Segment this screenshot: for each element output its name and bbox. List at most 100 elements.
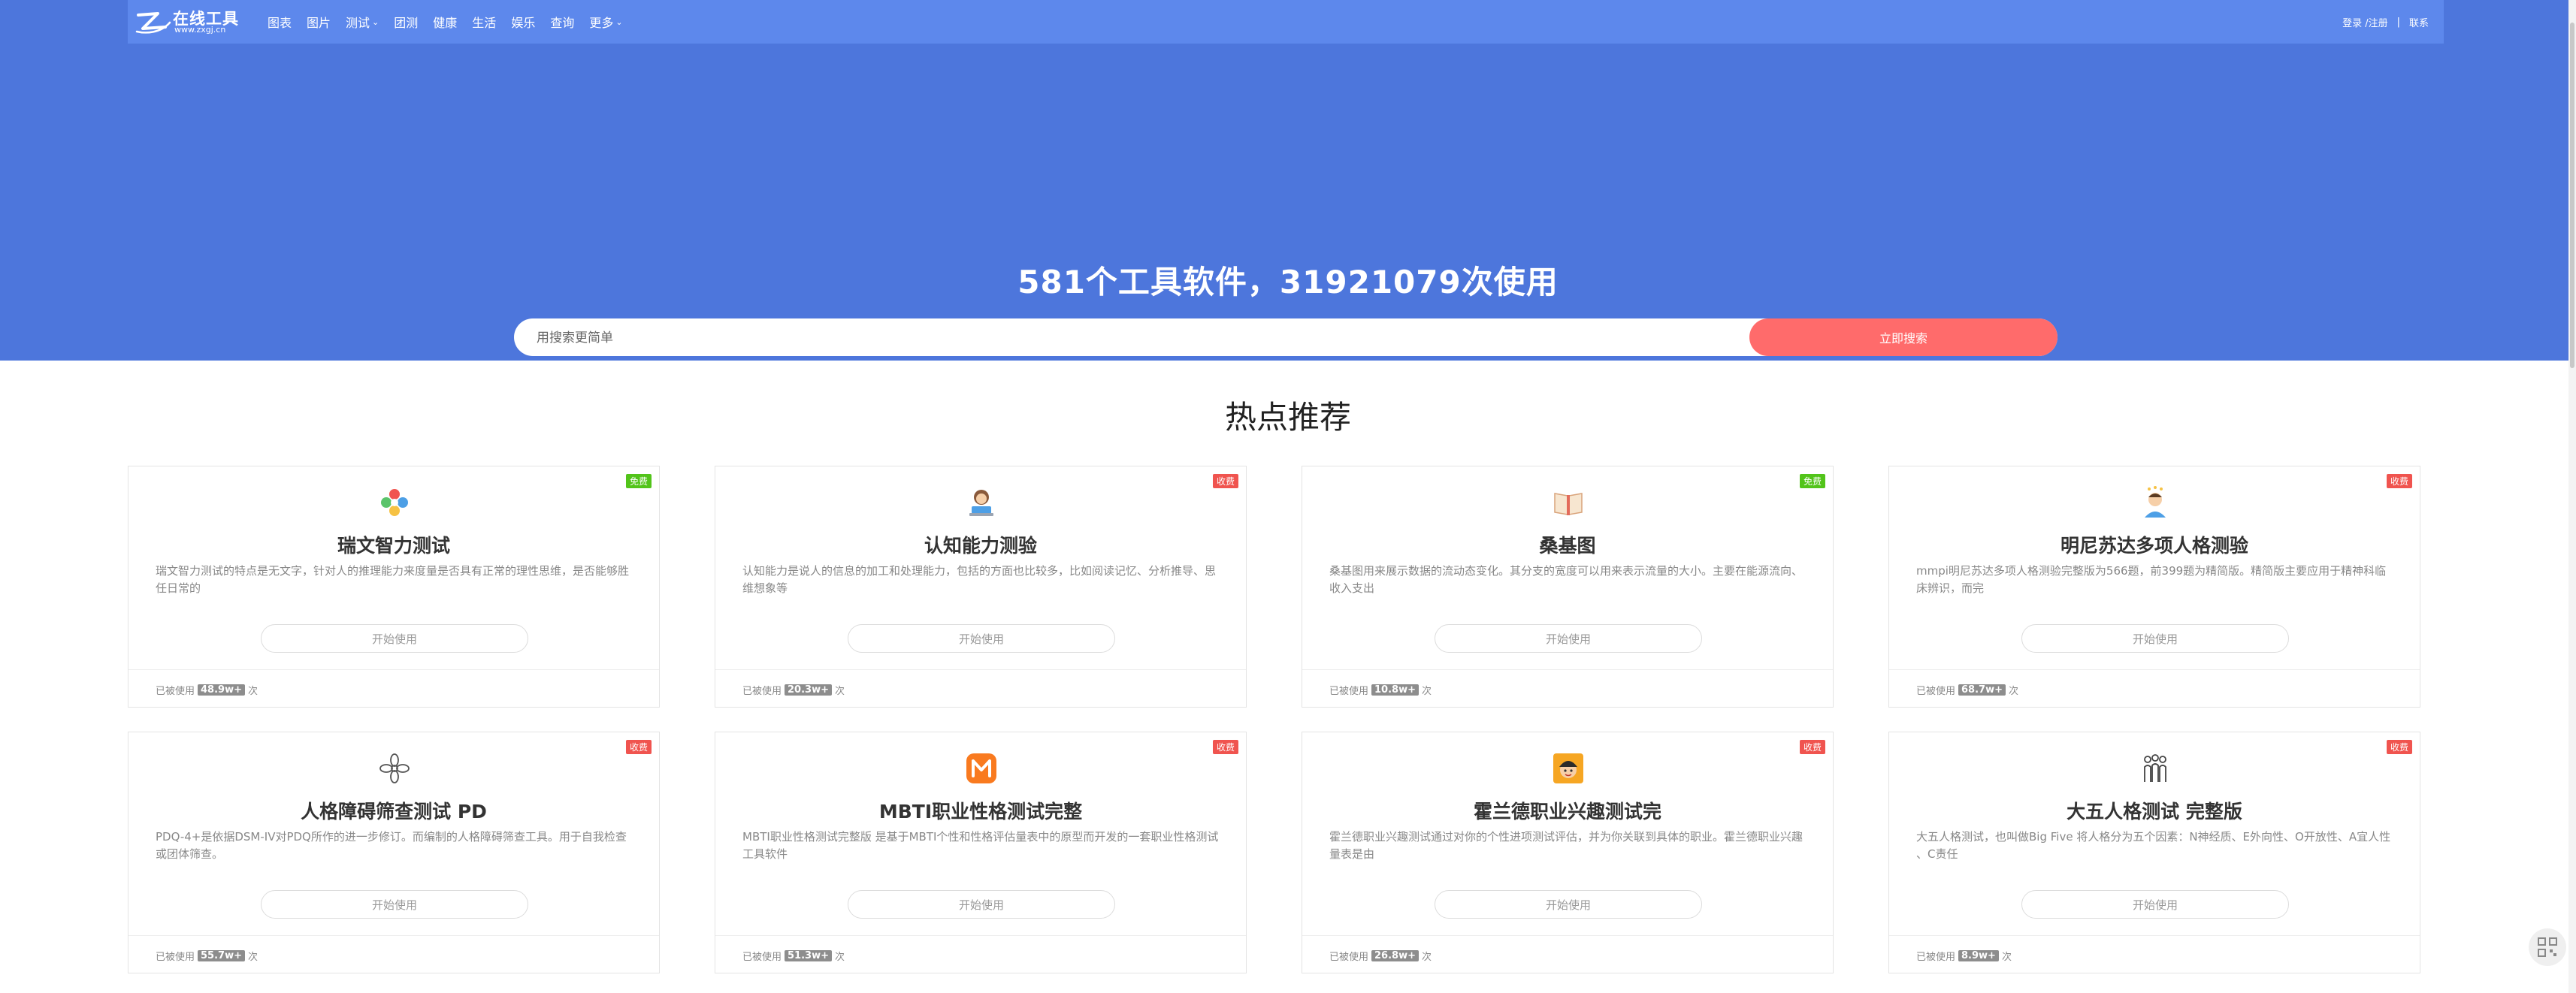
paid-badge: 收费 (625, 740, 652, 754)
qr-code-icon (2538, 937, 2557, 957)
card-footer: 已被使用 8.9w+ 次 (1889, 935, 2420, 973)
usage-count-badge: 68.7w+ (1958, 684, 2006, 696)
card-description: MBTI职业性格测试完整版 是基于MBTI个性和性格评估量表中的原型而开发的一套… (742, 830, 1219, 861)
card-title: 人格障碍筛查测试 PD (301, 801, 487, 822)
tool-card[interactable]: 收费 人格障碍筛查测试 PD PDQ-4+是依据DSM-IV对PDQ所作的进一步… (128, 732, 660, 973)
logo-swoosh-icon (135, 12, 171, 34)
nav-item-images[interactable]: 图片 (307, 13, 331, 31)
card-description: 桑基图用来展示数据的流动态变化。其分支的宽度可以用来表示流量的大小。主要在能源流… (1329, 564, 1804, 595)
chevron-down-icon: ⌄ (372, 17, 379, 27)
card-footer: 已被使用 26.8w+ 次 (1302, 935, 1833, 973)
letter-m-icon (966, 753, 996, 783)
card-title: MBTI职业性格测试完整 (878, 801, 1083, 822)
page-scrollbar[interactable] (2568, 0, 2576, 993)
chevron-down-icon: ⌄ (615, 17, 623, 27)
usage-count-badge: 10.8w+ (1371, 684, 1419, 696)
card-footer: 已被使用 48.9w+ 次 (128, 669, 659, 707)
tool-card[interactable]: 收费 认知能力测验 认知能力是说人的信息的加工和处理能力，包括的方面也比较多，比… (715, 466, 1247, 708)
open-book-icon (1554, 493, 1583, 515)
paid-badge: 收费 (1212, 474, 1238, 488)
contact-link[interactable]: 联系 (2409, 15, 2429, 29)
card-description: 瑞文智力测试的特点是无文字，针对人的推理能力来度量是否具有正常的理性思维，是否能… (156, 564, 630, 595)
auth-separator: | (2396, 16, 2400, 28)
tool-card[interactable]: 免费 瑞文智力测试 瑞文智力测试的特点是无文字，针对人的推理能力来度量是否具有正… (128, 466, 660, 708)
card-footer: 已被使用 51.3w+ 次 (715, 935, 1246, 973)
search-input[interactable] (535, 318, 1740, 358)
top-navbar: 在线工具 www.zxgj.cn 图表 图片 测试 ⌄ 团测 健康 生活 娱乐 查… (128, 0, 2444, 44)
people-group-icon (2144, 754, 2166, 782)
card-title: 瑞文智力测试 (337, 535, 450, 557)
start-button[interactable]: 开始使用 (2021, 890, 2289, 919)
section-title: 热点推荐 (1224, 399, 1351, 436)
card-description: 霍兰德职业兴趣测试通过对你的个性进项测试评估，并为你关联到具体的职业。霍兰德职业… (1329, 830, 1804, 861)
card-description: 大五人格测试，也叫做Big Five 将人格分为五个因素：N神经质、E外向性、O… (1916, 830, 2391, 861)
usage-count: 已被使用 26.8w+ 次 (1329, 949, 1432, 963)
hero-banner: 在线工具 www.zxgj.cn 图表 图片 测试 ⌄ 团测 健康 生活 娱乐 查… (0, 0, 2576, 361)
usage-count-badge: 8.9w+ (1958, 949, 1999, 961)
nav-item-group-tests[interactable]: 团测 (394, 13, 418, 31)
card-description: PDQ-4+是依据DSM-IV对PDQ所作的进一步修订。而编制的人格障碍筛查工具… (156, 830, 627, 861)
nav-item-tests[interactable]: 测试 ⌄ (346, 13, 379, 31)
usage-count-badge: 26.8w+ (1371, 949, 1419, 961)
free-badge: 免费 (1799, 474, 1825, 488)
card-title: 霍兰德职业兴趣测试完 (1473, 801, 1661, 822)
usage-count-badge: 48.9w+ (198, 684, 245, 696)
paid-badge: 收费 (1212, 740, 1238, 754)
nav-item-entertainment[interactable]: 娱乐 (511, 13, 535, 31)
start-button[interactable]: 开始使用 (1435, 624, 1702, 653)
paid-badge: 收费 (2386, 474, 2412, 488)
card-description: mmpi明尼苏达多项人格测验完整版为566题，前399题为精简版。精简版主要应用… (1916, 564, 2387, 595)
flower-outline-icon (379, 753, 410, 783)
hero-headline: 581个工具软件，31921079次使用 (1017, 264, 1559, 300)
nav-item-charts[interactable]: 图表 (268, 13, 292, 31)
paid-badge: 收费 (2386, 740, 2412, 754)
tool-card[interactable]: 免费 桑基图 桑基图用来展示数据的流动态变化。其分支的宽度可以用来表示流量的大小… (1302, 466, 1834, 708)
auth-links: 登录 /注册 | 联系 (2342, 0, 2429, 44)
boy-avatar-icon (1553, 753, 1583, 783)
start-button[interactable]: 开始使用 (1435, 890, 1702, 919)
tool-card[interactable]: 收费 大五人格测试 完整版 大五人格测试，也叫做Big Five 将人格分为五个… (1888, 732, 2420, 973)
usage-count-badge: 51.3w+ (785, 949, 832, 961)
main-nav: 图表 图片 测试 ⌄ 团测 健康 生活 娱乐 查询 更多 ⌄ (268, 0, 638, 44)
start-button[interactable]: 开始使用 (2021, 624, 2289, 653)
logo-url: www.zxgj.cn (174, 25, 226, 35)
search-button[interactable]: 立即搜索 (1749, 318, 2057, 356)
usage-count: 已被使用 68.7w+ 次 (1916, 684, 2019, 697)
site-logo[interactable]: 在线工具 www.zxgj.cn (135, 6, 248, 38)
card-footer: 已被使用 55.7w+ 次 (128, 935, 659, 973)
card-title: 明尼苏达多项人格测验 (2060, 535, 2248, 557)
usage-count: 已被使用 55.7w+ 次 (156, 949, 259, 963)
card-title: 大五人格测试 完整版 (2067, 801, 2242, 822)
start-button[interactable]: 开始使用 (261, 890, 528, 919)
card-footer: 已被使用 20.3w+ 次 (715, 669, 1246, 707)
nav-item-health[interactable]: 健康 (433, 13, 457, 31)
start-button[interactable]: 开始使用 (261, 624, 528, 653)
usage-count-badge: 55.7w+ (198, 949, 245, 961)
usage-count: 已被使用 48.9w+ 次 (156, 684, 259, 697)
nav-item-more[interactable]: 更多 ⌄ (589, 13, 622, 31)
scrollbar-thumb[interactable] (2570, 23, 2574, 368)
login-register-link[interactable]: 登录 /注册 (2342, 15, 2388, 29)
card-title: 认知能力测验 (924, 535, 1037, 557)
girl-with-laptop-icon (969, 490, 993, 516)
nav-item-life[interactable]: 生活 (472, 13, 496, 31)
paid-badge: 收费 (1799, 740, 1825, 754)
thinking-person-icon (2145, 486, 2166, 518)
usage-count: 已被使用 8.9w+ 次 (1916, 949, 2012, 963)
card-footer: 已被使用 68.7w+ 次 (1889, 669, 2420, 707)
usage-count: 已被使用 51.3w+ 次 (742, 949, 845, 963)
puzzle-flower-icon (381, 489, 408, 516)
nav-item-query[interactable]: 查询 (550, 13, 574, 31)
usage-count: 已被使用 20.3w+ 次 (742, 684, 845, 697)
card-description: 认知能力是说人的信息的加工和处理能力，包括的方面也比较多，比如阅读记忆、分析推导… (742, 564, 1217, 595)
card-title: 桑基图 (1539, 535, 1596, 557)
tool-card[interactable]: 收费 明尼苏达多项人格测验 mmpi明尼苏达多项人格测验完整版为566题，前39… (1888, 466, 2420, 708)
start-button[interactable]: 开始使用 (848, 890, 1115, 919)
search-bar: 立即搜索 (514, 318, 2057, 358)
usage-count-badge: 20.3w+ (785, 684, 832, 696)
tool-card[interactable]: 收费 MBTI职业性格测试完整 MBTI职业性格测试完整版 是基于MBTI个性和… (715, 732, 1247, 973)
card-footer: 已被使用 10.8w+ 次 (1302, 669, 1833, 707)
start-button[interactable]: 开始使用 (848, 624, 1115, 653)
qr-code-button[interactable] (2529, 928, 2566, 966)
tool-card[interactable]: 收费 霍兰德职业兴趣测试完 霍兰德职业兴趣测试通过对你的个性进项测试评估，并为你… (1302, 732, 1834, 973)
